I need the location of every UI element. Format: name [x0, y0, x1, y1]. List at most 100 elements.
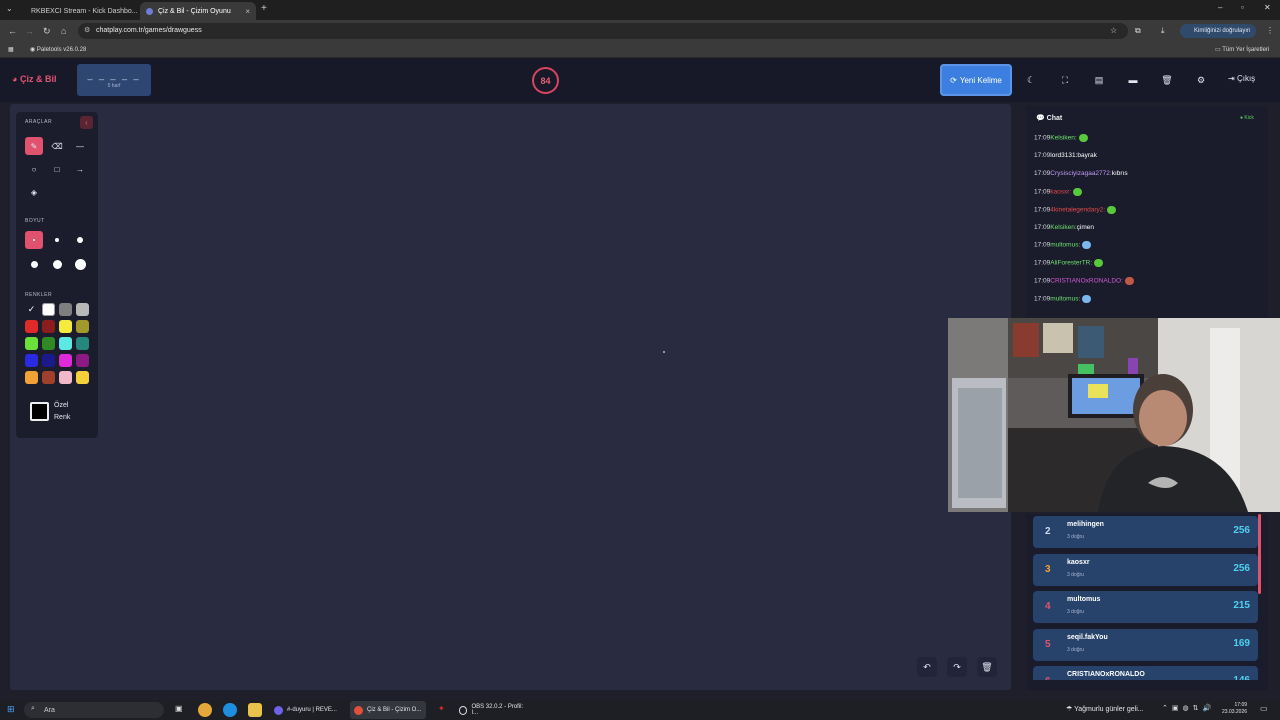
rectangle-tool-icon[interactable]: □ — [48, 160, 66, 178]
chat-message-user[interactable]: CRISTIANOxRONALDO: — [1050, 278, 1123, 285]
reload-icon[interactable]: ↻ — [43, 26, 51, 37]
chat-message-user[interactable]: AliForesterTR: — [1050, 260, 1092, 267]
forward-arrow-icon[interactable]: → — [25, 26, 34, 36]
custom-color-picker[interactable] — [30, 402, 49, 421]
color-swatch[interactable] — [25, 320, 38, 333]
close-tab-icon[interactable]: × — [245, 7, 250, 16]
color-swatch[interactable] — [76, 320, 89, 333]
weather-widget[interactable]: ☂ Yağmurlu günler geli... — [1066, 705, 1144, 713]
size-option-5[interactable] — [48, 255, 66, 273]
leaderboard-row[interactable]: 5 seqil.fakYou 3 doğru 169 — [1033, 628, 1258, 661]
taskbar-app-discord[interactable]: #-duyuru | REVE... — [270, 701, 344, 719]
bookmark-star-icon[interactable]: ☆ — [1110, 26, 1117, 35]
layout-icon[interactable]: ▤ — [1091, 72, 1107, 88]
color-swatch[interactable] — [76, 303, 89, 316]
leaderboard-row[interactable]: 3 kaosxr 3 doğru 256 — [1033, 553, 1258, 586]
chat-message-user[interactable]: Crysisciyizagaa2772: — [1050, 170, 1111, 177]
new-word-button[interactable]: ⟳ Yeni Kelime — [940, 64, 1012, 96]
circle-tool-icon[interactable]: ○ — [25, 160, 43, 178]
color-swatch[interactable] — [76, 371, 89, 384]
leaderboard-row[interactable]: 4 multomus 3 doğru 215 — [1033, 591, 1258, 623]
color-swatch[interactable] — [42, 337, 55, 350]
chat-message-user[interactable]: Kelsiken: — [1050, 135, 1076, 142]
home-icon[interactable]: ⌂ — [61, 26, 66, 36]
browser-menu-icon[interactable]: ⋮ — [1266, 26, 1274, 35]
system-tray-icons[interactable]: ⌃▣◍⇅🔊 — [1162, 704, 1215, 712]
taskbar-app-chrome[interactable]: Çiz & Bil - Çizim O... — [350, 701, 426, 719]
settings-gear-icon[interactable]: ⚙ — [1193, 72, 1209, 88]
arrow-tool-icon[interactable]: → — [71, 160, 89, 178]
chat-message-user[interactable]: kaosxr: — [1050, 188, 1071, 195]
fullscreen-icon[interactable]: ⛶ — [1057, 72, 1073, 88]
dark-mode-toggle-moon-icon[interactable]: ☾ — [1023, 72, 1039, 88]
drawing-canvas[interactable] — [10, 104, 1011, 690]
pen-tool-icon[interactable]: ✎ — [25, 137, 43, 155]
size-option-2[interactable] — [48, 231, 66, 249]
app-icon-red[interactable]: ✦ — [438, 704, 445, 713]
minimize-icon[interactable]: – — [1218, 3, 1222, 12]
color-swatch-selected-check-icon[interactable]: ✓ — [25, 303, 38, 316]
taskbar-app-obs[interactable]: OBS 32.0.2 - Profil: I... — [455, 701, 531, 719]
chat-message-user[interactable]: lord3131: — [1050, 152, 1077, 159]
notifications-icon[interactable]: ▭ — [1260, 704, 1268, 713]
taskbar-search[interactable]: ⌕ Ara — [24, 702, 164, 718]
chat-message-user[interactable]: multomus: — [1050, 296, 1080, 303]
chat-message-user[interactable]: multomus: — [1050, 242, 1080, 249]
color-swatch[interactable] — [59, 320, 72, 333]
task-view-icon[interactable]: ▣ — [175, 704, 183, 713]
color-swatch[interactable] — [25, 354, 38, 367]
tab-ciz-bil[interactable]: Çiz & Bil - Çizim Oyunu × — [140, 2, 256, 20]
file-explorer-icon[interactable] — [248, 703, 262, 717]
panel-icon[interactable]: ▬ — [1125, 72, 1141, 88]
color-swatch[interactable] — [42, 371, 55, 384]
address-bar[interactable] — [78, 23, 1128, 39]
redo-icon[interactable]: ↷ — [947, 657, 967, 677]
logout-button[interactable]: ⇥ Çıkış — [1228, 74, 1255, 83]
color-swatch[interactable] — [59, 371, 72, 384]
line-tool-icon[interactable]: — — [71, 137, 89, 155]
profile-button[interactable]: Kimliğinizi doğrulayın — [1180, 24, 1256, 38]
tab-menu-chevron-icon[interactable]: ⌄ — [6, 4, 13, 13]
size-option-3[interactable] — [71, 231, 89, 249]
app-logo[interactable]: ◕ Çiz & Bil — [12, 74, 56, 84]
size-option-4[interactable] — [25, 255, 43, 273]
new-tab-plus-icon[interactable]: + — [261, 3, 267, 14]
back-arrow-icon[interactable]: ← — [8, 26, 17, 36]
taskbar-clock[interactable]: 17:09 23.03.2026 — [1222, 702, 1247, 716]
collapse-panel-chevron-left-icon[interactable]: ‹ — [80, 116, 93, 129]
size-option-1[interactable] — [25, 231, 43, 249]
leaderboard-row[interactable]: 2 melihingen 3 doğru 256 — [1033, 516, 1258, 548]
size-option-6[interactable] — [71, 255, 89, 273]
color-swatch[interactable] — [25, 371, 38, 384]
bookmark-paletools[interactable]: ◉ Paletools v26.0.28 — [30, 46, 86, 53]
tab-kick-dashboard[interactable]: RKBEXCI Stream - Kick Dashbo... × — [20, 2, 138, 20]
chat-message-user[interactable]: 4kinetalegendary2: — [1050, 206, 1105, 213]
downloads-icon[interactable]: ⤓ — [1161, 26, 1165, 36]
close-window-icon[interactable]: ✕ — [1264, 3, 1271, 12]
leaderboard-scrollbar[interactable] — [1258, 514, 1261, 594]
app-icon-1[interactable] — [198, 703, 212, 717]
color-swatch[interactable] — [42, 354, 55, 367]
edge-icon[interactable] — [223, 703, 237, 717]
color-swatch[interactable] — [59, 354, 72, 367]
fill-bucket-tool-icon[interactable]: ◈ — [25, 183, 43, 201]
undo-icon[interactable]: ↶ — [917, 657, 937, 677]
chat-message-user[interactable]: Kelsiken: — [1050, 224, 1076, 231]
maximize-icon[interactable]: ▫ — [1241, 3, 1244, 12]
clear-canvas-trash-icon[interactable]: 🗑 — [977, 657, 997, 677]
color-swatch[interactable] — [76, 337, 89, 350]
site-info-icon[interactable]: ⚙ — [84, 26, 90, 34]
leaderboard-row[interactable]: 6 CRISTIANOxRONALDO 146 — [1033, 666, 1258, 680]
eraser-tool-icon[interactable]: ⌫ — [48, 137, 66, 155]
trash-icon[interactable]: 🗑 — [1159, 72, 1175, 88]
extensions-icon[interactable]: ⧉ — [1135, 26, 1141, 36]
color-swatch[interactable] — [76, 354, 89, 367]
all-bookmarks[interactable]: ▭ Tüm Yer İşaretleri — [1215, 46, 1269, 53]
windows-start-icon[interactable]: ⊞ — [7, 704, 15, 715]
apps-grid-icon[interactable]: ▦ — [8, 46, 14, 53]
color-swatch[interactable] — [25, 337, 38, 350]
color-swatch[interactable] — [42, 320, 55, 333]
color-swatch[interactable] — [42, 303, 55, 316]
color-swatch[interactable] — [59, 303, 72, 316]
color-swatch[interactable] — [59, 337, 72, 350]
